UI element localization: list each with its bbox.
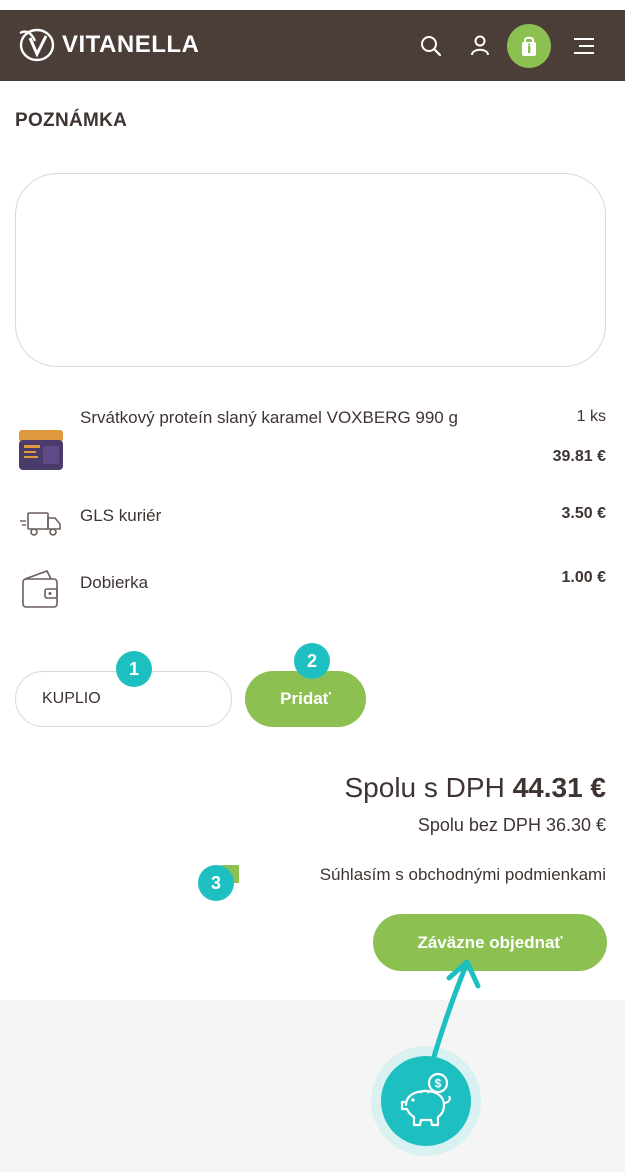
menu-icon[interactable] (571, 33, 597, 59)
annotation-badge-1: 1 (116, 651, 152, 687)
wallet-icon (22, 570, 58, 608)
product-quantity: 1 ks (576, 408, 606, 425)
payment-price: 1.00 € (561, 569, 606, 586)
place-order-button[interactable]: Záväzne objednať (373, 914, 607, 971)
piggy-bank-badge: $ (381, 1056, 471, 1146)
product-name: Srvátkový proteín slaný karamel VOXBERG … (80, 408, 458, 427)
total-without-vat: Spolu bez DPH 36.30 € (417, 815, 606, 835)
product-price: 39.81 € (552, 448, 606, 465)
cart-icon (522, 36, 536, 56)
shipping-price: 3.50 € (561, 505, 606, 522)
payment-name: Dobierka (80, 573, 149, 592)
total-with-vat-label: Spolu s DPH (344, 772, 505, 803)
shipping-name: GLS kuriér (80, 506, 162, 525)
total-with-vat: Spolu s DPH 44.31 € (345, 772, 607, 804)
svg-text:$: $ (435, 1077, 442, 1091)
total-with-vat-value: 44.31 € (512, 772, 606, 803)
user-icon[interactable] (467, 33, 493, 59)
protein-jar-icon (19, 430, 63, 470)
annotation-badge-2: 2 (294, 643, 330, 679)
cart-button[interactable] (507, 24, 551, 68)
top-strip (0, 0, 625, 10)
note-title: POZNÁMKA (15, 110, 128, 131)
brand-name: VITANELLA (62, 31, 200, 58)
page-footer-area (0, 1000, 625, 1172)
note-textarea[interactable] (15, 173, 606, 367)
terms-label[interactable]: Súhlasím s obchodnými podmienkami (320, 865, 606, 885)
site-header: VITANELLA (0, 10, 625, 81)
brand-logo[interactable]: VITANELLA (18, 26, 199, 64)
vitanella-logo-icon (19, 28, 55, 62)
annotation-badge-3: 3 (198, 865, 234, 901)
search-icon[interactable] (418, 33, 444, 59)
delivery-truck-icon (20, 512, 61, 536)
add-coupon-button[interactable]: Pridať (245, 671, 366, 727)
piggy-bank-icon: $ (400, 1072, 451, 1127)
